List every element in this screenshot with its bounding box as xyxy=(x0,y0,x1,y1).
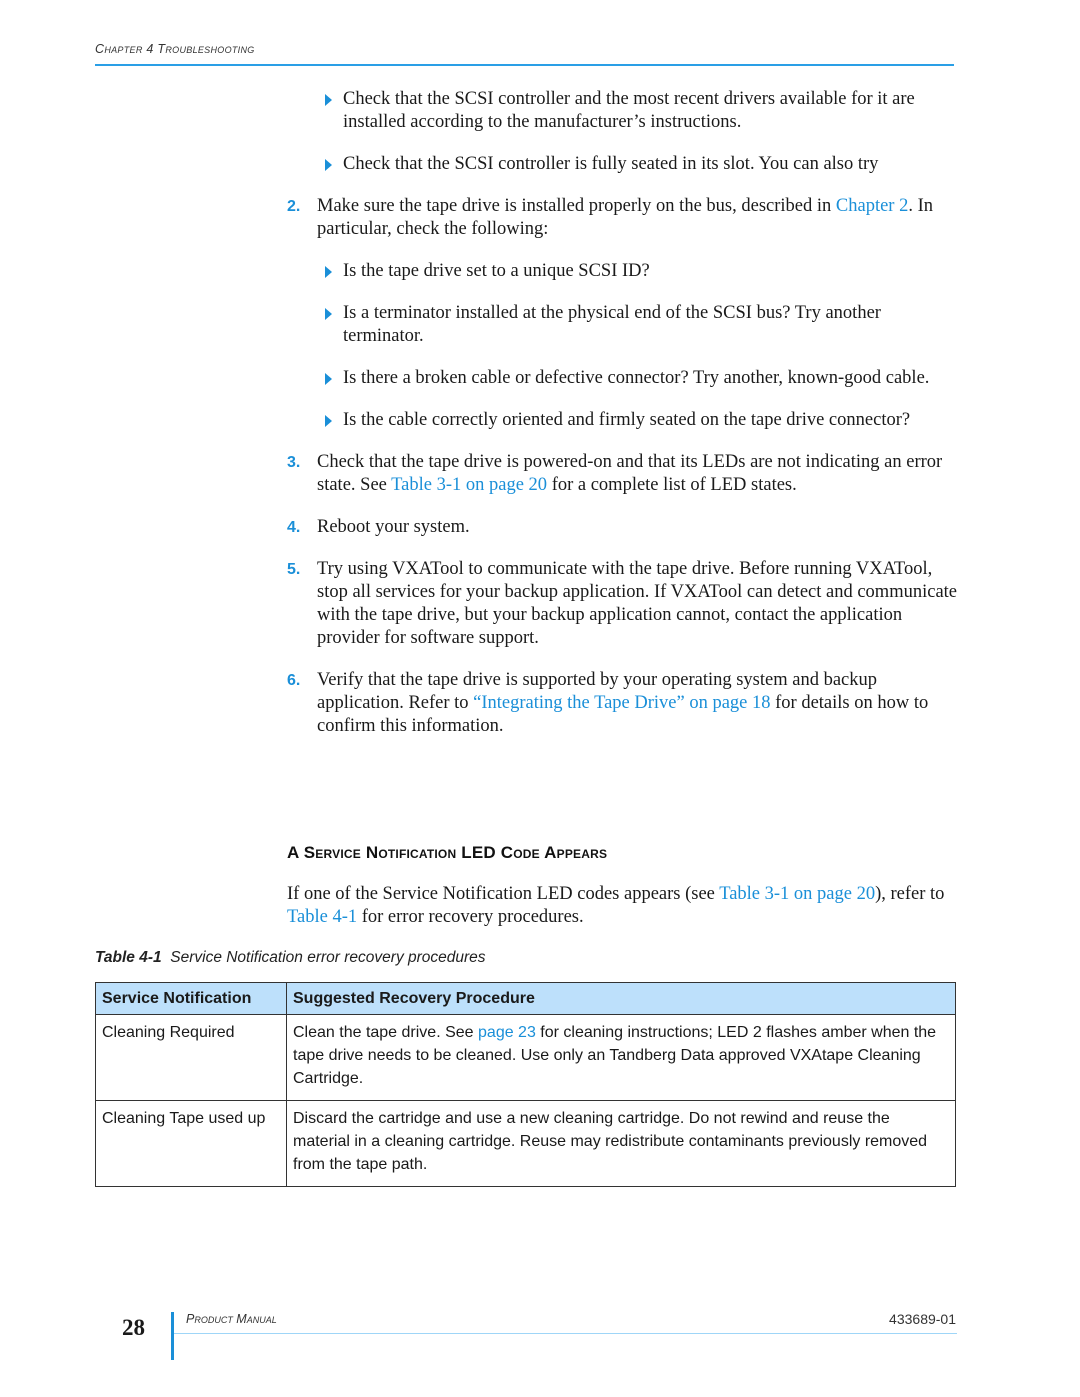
bullet-triangle-icon xyxy=(325,373,332,385)
footer-accent-bar xyxy=(171,1312,174,1360)
table-caption: Table 4-1 Service Notification error rec… xyxy=(95,949,486,966)
page-23-link[interactable]: page 23 xyxy=(478,1024,536,1041)
step-number: 6. xyxy=(287,672,301,689)
notification-cell: Cleaning Required xyxy=(95,1014,287,1101)
bullet-triangle-icon xyxy=(325,94,332,106)
step-5: 5. Try using VXATool to communicate with… xyxy=(287,559,958,648)
recovery-table: Service Notification Suggested Recovery … xyxy=(95,982,956,1187)
page-number: 28 xyxy=(122,1315,145,1340)
bullet-triangle-icon xyxy=(325,308,332,320)
step-4: 4. Reboot your system. xyxy=(287,517,470,537)
list-item: Check that the SCSI controller and the m… xyxy=(287,88,957,134)
notification-cell: Cleaning Tape used up xyxy=(95,1100,287,1187)
integrating-link[interactable]: “Integrating the Tape Drive” on page 18 xyxy=(473,693,770,713)
step-2: 2. Make sure the tape drive is installed… xyxy=(287,196,933,239)
step-6: 6. Verify that the tape drive is support… xyxy=(287,670,929,736)
footer-title: Product Manual xyxy=(186,1312,277,1326)
table-3-1-link[interactable]: Table 3-1 on page 20 xyxy=(719,884,875,904)
chapter-2-link[interactable]: Chapter 2 xyxy=(836,196,908,216)
step-number: 5. xyxy=(287,561,301,578)
list-item: Is there a broken cable or defective con… xyxy=(287,367,957,390)
table-3-1-link[interactable]: Table 3-1 on page 20 xyxy=(391,475,547,495)
bullet-triangle-icon xyxy=(325,266,332,278)
list-item: Is the cable correctly oriented and firm… xyxy=(287,409,957,432)
section-intro: If one of the Service Notification LED c… xyxy=(287,884,945,927)
page-header: Chapter 4 Troubleshooting xyxy=(95,42,954,66)
table-row: Cleaning Tape used up Discard the cartri… xyxy=(95,1100,956,1187)
document-number: 433689-01 xyxy=(889,1311,956,1327)
table-header-row: Service Notification Suggested Recovery … xyxy=(95,982,956,1015)
table-4-1-link[interactable]: Table 4-1 xyxy=(287,907,357,927)
list-item: Is the tape drive set to a unique SCSI I… xyxy=(287,260,957,283)
list-item: Is a terminator installed at the physica… xyxy=(287,302,957,348)
column-header: Service Notification xyxy=(95,982,287,1015)
chapter-title: Chapter 4 Troubleshooting xyxy=(95,42,255,56)
table-row: Cleaning Required Clean the tape drive. … xyxy=(95,1014,956,1101)
troubleshooting-steps: Check that the SCSI controller and the m… xyxy=(287,88,957,757)
step-number: 3. xyxy=(287,454,301,471)
bullet-triangle-icon xyxy=(325,415,332,427)
step-number: 4. xyxy=(287,519,301,536)
caption-label: Table 4-1 xyxy=(95,949,162,966)
step-number: 2. xyxy=(287,198,301,215)
column-header: Suggested Recovery Procedure xyxy=(286,982,956,1015)
step-3: 3. Check that the tape drive is powered-… xyxy=(287,452,943,495)
bullet-triangle-icon xyxy=(325,159,332,171)
footer-rule xyxy=(174,1333,957,1334)
section-heading: A Service Notification LED Code Appears xyxy=(287,843,608,862)
procedure-cell: Clean the tape drive. See page 23 for cl… xyxy=(286,1014,956,1101)
list-item: Check that the SCSI controller is fully … xyxy=(287,153,957,176)
procedure-cell: Discard the cartridge and use a new clea… xyxy=(286,1100,956,1187)
